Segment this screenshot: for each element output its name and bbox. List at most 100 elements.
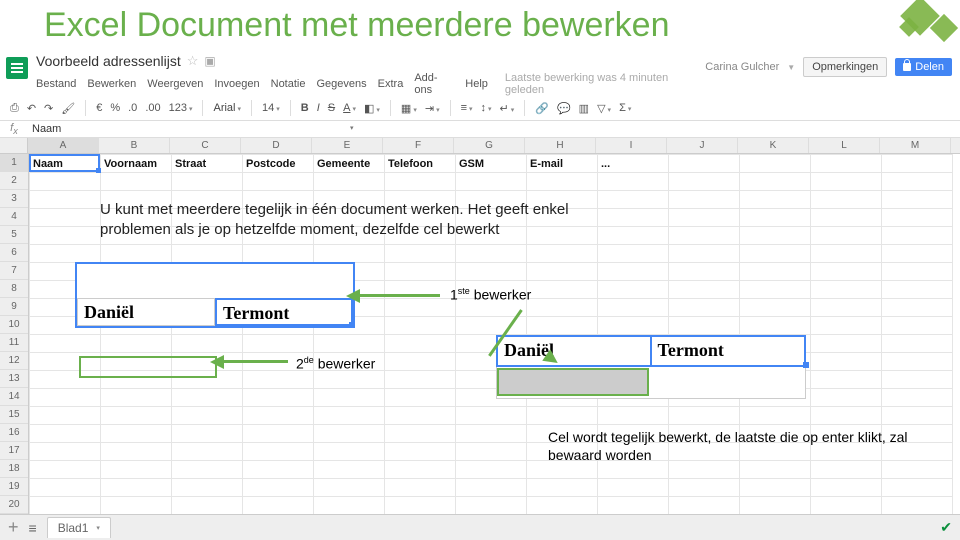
cell[interactable]: [172, 335, 243, 353]
text-color-button[interactable]: A▾: [343, 102, 356, 114]
cell[interactable]: Postcode: [243, 155, 314, 173]
cell[interactable]: [314, 389, 385, 407]
col-header[interactable]: M: [880, 138, 951, 153]
cell[interactable]: [314, 407, 385, 425]
cell[interactable]: [243, 173, 314, 191]
bold-button[interactable]: B: [301, 102, 309, 114]
cell[interactable]: [385, 443, 456, 461]
cell[interactable]: [740, 317, 811, 335]
cell[interactable]: [882, 227, 953, 245]
cell[interactable]: [101, 173, 172, 191]
cell[interactable]: [243, 425, 314, 443]
cell[interactable]: [882, 317, 953, 335]
cell[interactable]: [811, 479, 882, 497]
cell[interactable]: [882, 263, 953, 281]
formula-input[interactable]: Naam: [28, 121, 960, 137]
account-dropdown-icon[interactable]: ▼: [787, 63, 795, 72]
cell[interactable]: [101, 497, 172, 515]
col-header[interactable]: E: [312, 138, 383, 153]
cell[interactable]: [527, 173, 598, 191]
cell[interactable]: [811, 371, 882, 389]
cell[interactable]: [172, 389, 243, 407]
cell[interactable]: [385, 263, 456, 281]
row-header[interactable]: 9: [0, 298, 28, 316]
document-title[interactable]: Voorbeeld adressenlijst: [36, 53, 181, 69]
cell[interactable]: [385, 425, 456, 443]
row-header[interactable]: 2: [0, 172, 28, 190]
cell[interactable]: [882, 407, 953, 425]
chart-button[interactable]: ▥: [579, 102, 589, 115]
cell[interactable]: [669, 191, 740, 209]
cell[interactable]: [30, 479, 101, 497]
cell[interactable]: [882, 335, 953, 353]
cell[interactable]: [385, 353, 456, 371]
strike-button[interactable]: S: [328, 102, 335, 114]
col-header[interactable]: F: [383, 138, 454, 153]
cell[interactable]: [30, 443, 101, 461]
cell[interactable]: [740, 281, 811, 299]
cell[interactable]: [385, 479, 456, 497]
cell[interactable]: [740, 299, 811, 317]
decrease-decimal[interactable]: .0: [128, 102, 137, 114]
col-header[interactable]: C: [170, 138, 241, 153]
cell[interactable]: [811, 497, 882, 515]
cell[interactable]: [527, 317, 598, 335]
cell[interactable]: [172, 461, 243, 479]
cell[interactable]: [882, 173, 953, 191]
cell[interactable]: [527, 245, 598, 263]
percent-format[interactable]: %: [110, 102, 120, 114]
cell[interactable]: [669, 227, 740, 245]
cell[interactable]: [669, 281, 740, 299]
cell[interactable]: [882, 389, 953, 407]
print-icon[interactable]: ⎙: [10, 102, 19, 115]
cell[interactable]: [527, 497, 598, 515]
cell[interactable]: [811, 209, 882, 227]
cell[interactable]: [669, 245, 740, 263]
cell[interactable]: [811, 245, 882, 263]
cell[interactable]: [811, 155, 882, 173]
column-headers[interactable]: A B C D E F G H I J K L M ▾: [0, 138, 960, 154]
cell[interactable]: [172, 479, 243, 497]
cell[interactable]: [385, 335, 456, 353]
cell[interactable]: [669, 155, 740, 173]
cell[interactable]: [882, 209, 953, 227]
row-header[interactable]: 20: [0, 496, 28, 514]
cell[interactable]: [243, 497, 314, 515]
cell[interactable]: [811, 389, 882, 407]
cell[interactable]: [882, 299, 953, 317]
col-header[interactable]: K: [738, 138, 809, 153]
cell[interactable]: [314, 497, 385, 515]
cell[interactable]: [882, 371, 953, 389]
cell[interactable]: [243, 371, 314, 389]
cell[interactable]: [811, 281, 882, 299]
row-header[interactable]: 14: [0, 388, 28, 406]
cell[interactable]: [314, 245, 385, 263]
cell[interactable]: Naam: [30, 155, 101, 173]
cell[interactable]: [385, 389, 456, 407]
cell[interactable]: [30, 209, 101, 227]
cell[interactable]: [527, 479, 598, 497]
menu-data[interactable]: Gegevens: [316, 78, 366, 90]
cell[interactable]: Telefoon: [385, 155, 456, 173]
row-header[interactable]: 15: [0, 406, 28, 424]
col-header[interactable]: G: [454, 138, 525, 153]
cell[interactable]: E-mail: [527, 155, 598, 173]
cell[interactable]: [172, 245, 243, 263]
cell[interactable]: [527, 299, 598, 317]
cell[interactable]: [314, 335, 385, 353]
row-header[interactable]: 12: [0, 352, 28, 370]
col-header[interactable]: B: [99, 138, 170, 153]
cell[interactable]: [385, 461, 456, 479]
cell[interactable]: [172, 425, 243, 443]
cell[interactable]: [740, 407, 811, 425]
add-sheet-button[interactable]: +: [8, 517, 19, 538]
cell[interactable]: [30, 335, 101, 353]
cell[interactable]: [669, 497, 740, 515]
row-header[interactable]: 18: [0, 460, 28, 478]
cell[interactable]: [811, 317, 882, 335]
cell[interactable]: [243, 389, 314, 407]
cell[interactable]: [385, 497, 456, 515]
cell[interactable]: [30, 245, 101, 263]
cell[interactable]: [669, 407, 740, 425]
cell[interactable]: [882, 155, 953, 173]
